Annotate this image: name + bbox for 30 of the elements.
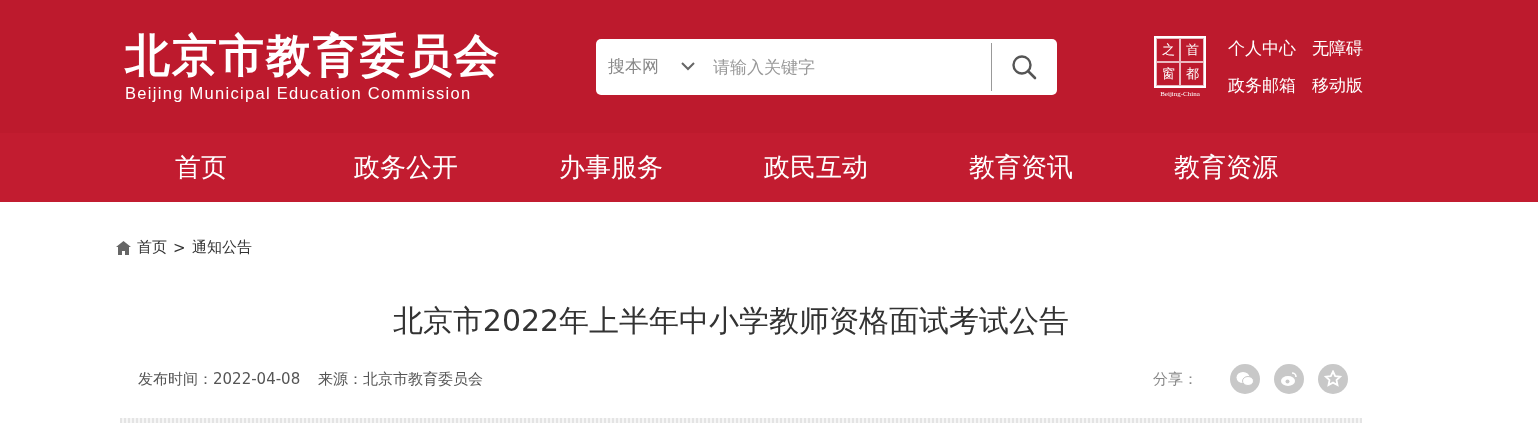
header-link[interactable]: 移动版 (1312, 73, 1363, 97)
search-field[interactable]: 搜本网 请输入关键字 (596, 38, 1057, 95)
chat-bubbles-icon (1236, 371, 1254, 387)
wechat-share-button[interactable] (1230, 364, 1260, 394)
breadcrumb-link[interactable]: 通知公告 (191, 238, 252, 257)
nav-tab[interactable]: 教育资源 (1123, 150, 1328, 185)
breadcrumb-separator: > (173, 238, 186, 257)
weibo-icon (1280, 371, 1298, 387)
share-label: 分享： (1153, 369, 1198, 389)
nav-tab[interactable]: 教育资讯 (918, 150, 1123, 185)
header-link[interactable]: 个人中心 (1228, 36, 1296, 60)
article-title: 北京市2022年上半年中小学教师资格面试考试公告 (391, 302, 1071, 340)
star-icon (1324, 370, 1342, 388)
header-link[interactable]: 无障碍 (1312, 36, 1363, 60)
search-icon (1011, 53, 1038, 80)
publish-date: 发布时间：2022-04-08 (138, 369, 301, 389)
site-subtitle: Beijing Municipal Education Commission (125, 84, 473, 103)
nav-tab[interactable]: 办事服务 (508, 150, 713, 185)
breadcrumb-link[interactable]: 首页 (137, 238, 167, 257)
chevron-icon (681, 62, 695, 71)
nav-tab[interactable]: 政务公开 (303, 150, 508, 185)
nav-tab[interactable]: 政民互动 (713, 150, 918, 185)
article-source: 来源：北京市教育委员会 (318, 369, 484, 389)
site-title[interactable]: 北京市教育委员会 (125, 30, 596, 82)
header-link[interactable]: 政务邮箱 (1228, 73, 1296, 97)
nav-tab[interactable]: 首页 (98, 150, 303, 185)
scope-dropdown[interactable]: 搜本网 (596, 55, 713, 78)
weibo-share-button[interactable] (1274, 364, 1304, 394)
home-icon (116, 240, 131, 255)
favorite-share-button[interactable] (1318, 364, 1348, 394)
